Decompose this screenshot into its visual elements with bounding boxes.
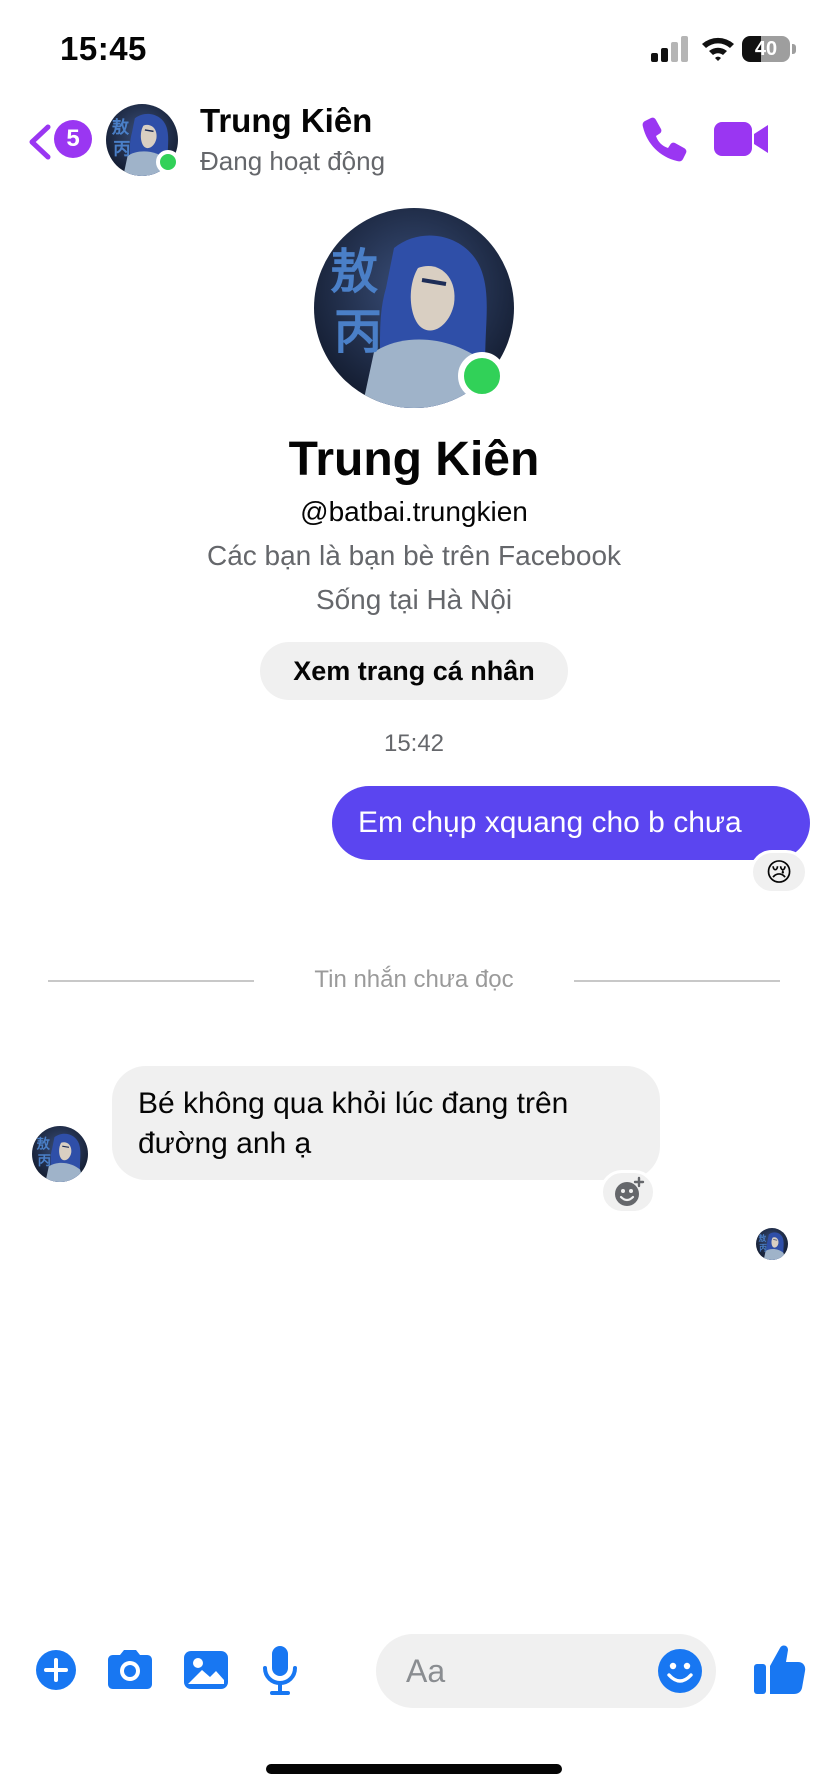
video-call-button[interactable] [712, 114, 772, 164]
profile-name: Trung Kiên [288, 433, 540, 486]
cellular-signal-icon [651, 36, 691, 62]
sender-avatar[interactable] [32, 1126, 88, 1182]
phone-icon [642, 117, 687, 162]
chevron-left-icon [29, 124, 51, 160]
unread-count-badge: 5 [54, 120, 92, 158]
active-status: Đang hoạt động [200, 146, 386, 176]
emoji-button[interactable] [656, 1647, 704, 1695]
add-reaction-button[interactable] [600, 1170, 656, 1214]
divider-line [48, 980, 254, 982]
home-indicator[interactable] [266, 1764, 562, 1774]
camera-icon [108, 1650, 152, 1689]
message-reaction[interactable]: 😢 [750, 850, 808, 894]
image-icon [184, 1651, 228, 1689]
message-input-placeholder: Aa [406, 1653, 446, 1689]
profile-online-indicator [458, 352, 506, 400]
more-actions-button[interactable] [26, 1640, 86, 1700]
add-reaction-icon [615, 1176, 645, 1206]
read-receipt-avatar [756, 1228, 788, 1260]
view-profile-button[interactable]: Xem trang cá nhân [260, 642, 568, 700]
incoming-message-bubble[interactable]: Bé không qua khỏi lúc đang trên đường an… [112, 1066, 660, 1180]
back-button[interactable]: 5 [22, 116, 92, 166]
gallery-button[interactable] [176, 1640, 236, 1700]
plus-circle-icon [36, 1650, 76, 1690]
profile-username: @batbai.trungkien [300, 496, 528, 527]
video-camera-icon [714, 122, 768, 156]
divider-line [574, 980, 780, 982]
battery-icon: 40 [742, 36, 796, 62]
wifi-icon [700, 34, 736, 62]
location-info: Sống tại Hà Nội [315, 584, 513, 615]
online-indicator [156, 150, 180, 174]
status-time: 15:45 [60, 30, 147, 67]
unread-divider-label: Tin nhắn chưa đọc [314, 966, 514, 993]
contact-name[interactable]: Trung Kiên [200, 102, 372, 140]
smiley-icon [658, 1649, 702, 1693]
camera-button[interactable] [100, 1640, 160, 1700]
status-bar: 15:45 40 [0, 0, 828, 100]
message-composer: Aa [0, 1630, 828, 1714]
friendship-info: Các bạn là bạn bè trên Facebook [206, 540, 622, 571]
thumbs-up-icon [754, 1645, 806, 1694]
voice-message-button[interactable] [250, 1640, 310, 1700]
audio-call-button[interactable] [640, 114, 690, 164]
message-input[interactable]: Aa [376, 1634, 716, 1708]
outgoing-message-bubble[interactable]: Em chụp xquang cho b chưa [332, 786, 810, 860]
microphone-icon [263, 1646, 297, 1695]
battery-percentage: 40 [754, 38, 778, 60]
chat-header: 5 Trung Kiên Đang hoạt động [0, 100, 828, 190]
like-button[interactable] [748, 1636, 808, 1700]
message-timestamp: 15:42 [383, 730, 445, 757]
